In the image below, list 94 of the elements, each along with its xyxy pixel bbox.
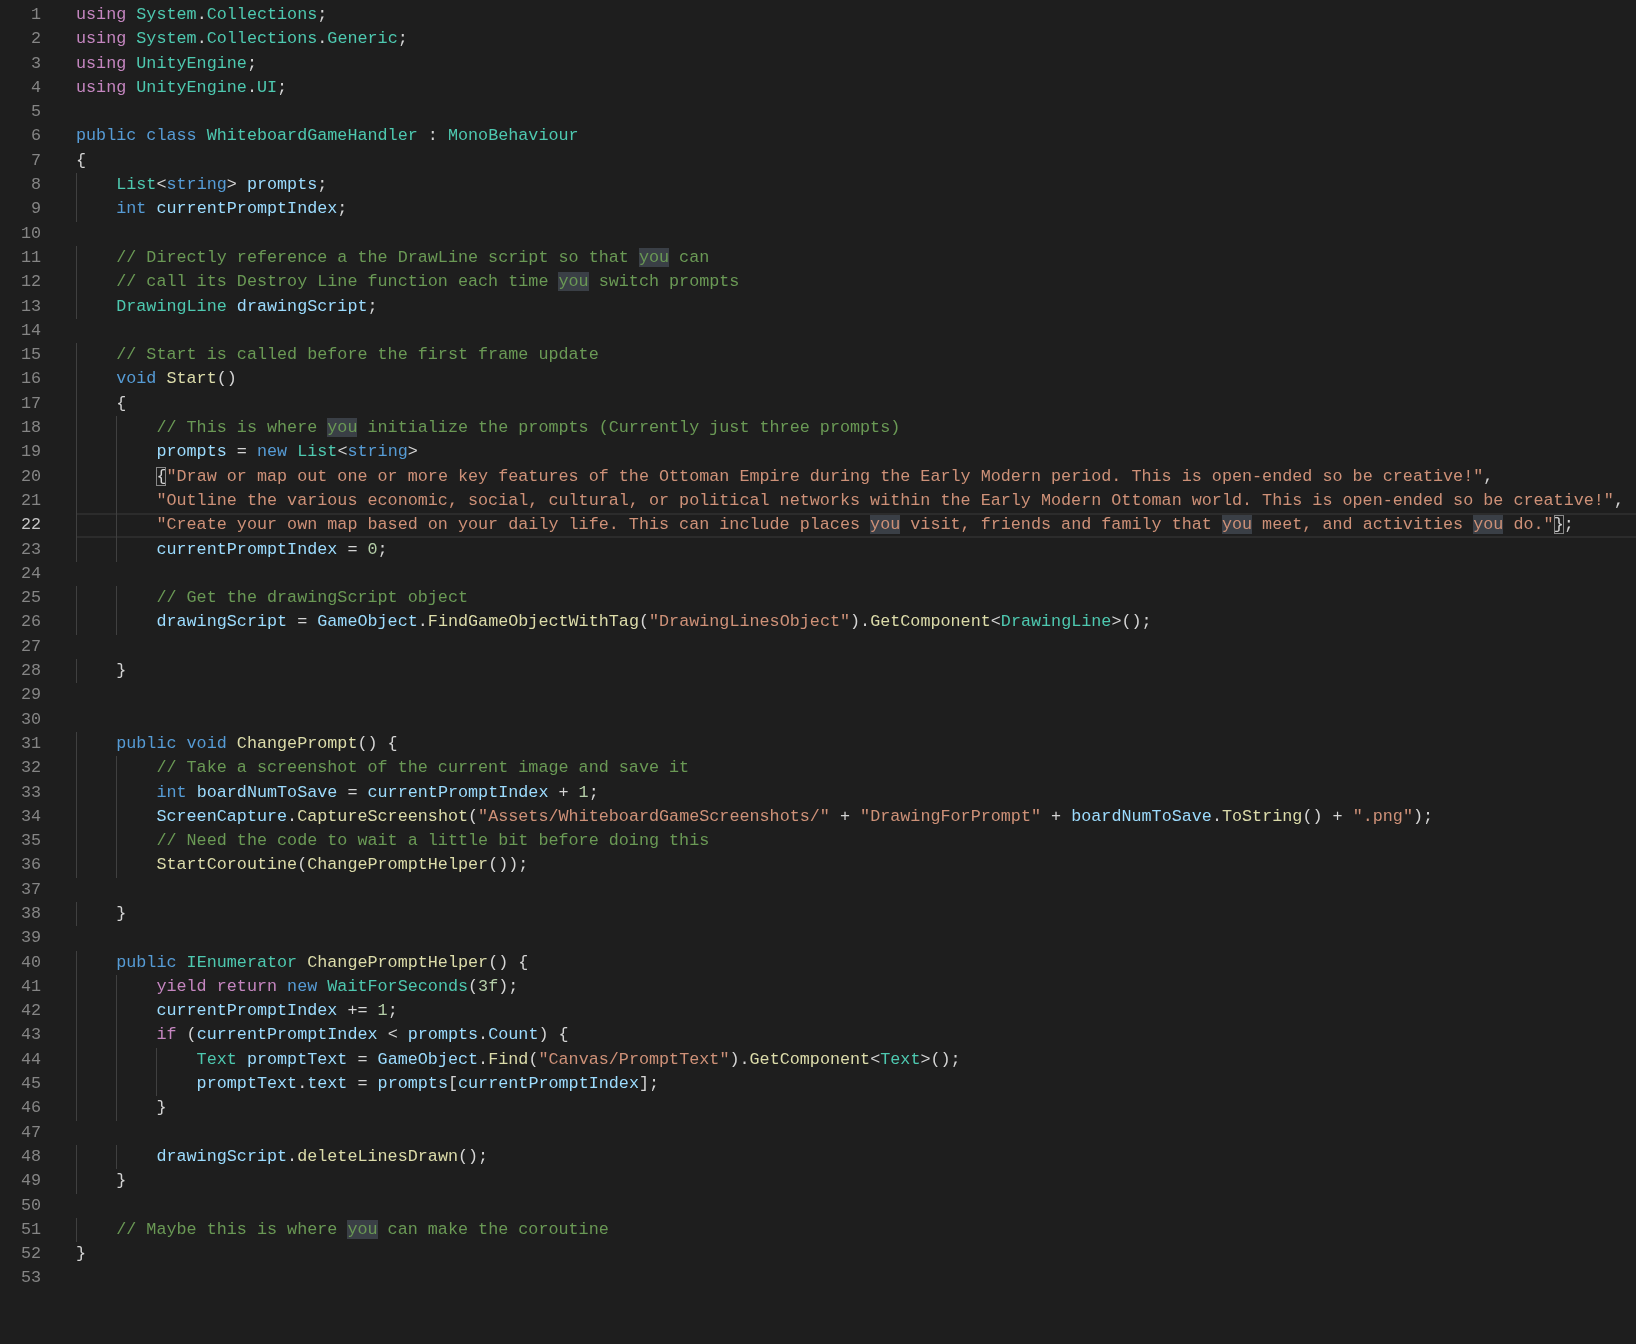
code-line: // Get the drawingScript object	[155, 587, 468, 610]
code-line: using System.Collections.Generic;	[76, 28, 408, 51]
line-number: 26	[19, 611, 41, 634]
line-number: 42	[19, 1000, 41, 1023]
line-number: 22	[19, 514, 41, 537]
code-line: // Start is called before the first frame update	[115, 344, 599, 367]
code-line: // Maybe this is where you can make the coroutine	[115, 1218, 609, 1241]
line-number: 36	[19, 854, 41, 877]
line-number: 29	[19, 684, 41, 707]
code-line: }	[155, 1097, 167, 1120]
line-number: 53	[19, 1267, 41, 1290]
line-number: 27	[19, 635, 41, 658]
line-number: 38	[19, 903, 41, 925]
line-number: 35	[19, 830, 41, 853]
code-line: // Need the code to wait a little bit before doing this	[155, 830, 710, 853]
line-number: 5	[29, 101, 41, 124]
line-number: 40	[19, 951, 41, 974]
line-number: 3	[29, 52, 41, 75]
line-number: 47	[19, 1121, 41, 1144]
line-number: 2	[29, 28, 41, 51]
line-number: 48	[19, 1145, 41, 1168]
line-number: 17	[19, 392, 41, 415]
line-number: 24	[19, 562, 41, 585]
code-line: {	[76, 149, 87, 172]
code-line: yield return new WaitForSeconds(3f);	[155, 975, 519, 998]
code-line: public class WhiteboardGameHandler : MonoBehaviour	[76, 125, 579, 148]
code-line: drawingScript.deleteLinesDrawn();	[155, 1145, 489, 1168]
code-line: ScreenCapture.CaptureScreenshot("Assets/WhiteboardGameScreenshots/" + "DrawingForPrompt" + boardNumToSave.ToString() + ".png");	[155, 805, 1434, 828]
line-number: 9	[29, 198, 41, 221]
code-line: List<string> prompts;	[115, 174, 328, 197]
line-number: 51	[19, 1218, 41, 1241]
line-number: 46	[19, 1097, 41, 1120]
code-line: // Directly reference a the DrawLine script so that you can	[115, 246, 710, 269]
line-number: 49	[19, 1170, 41, 1193]
line-number: 18	[19, 417, 41, 440]
line-number: 50	[19, 1194, 41, 1217]
code-line: public IEnumerator ChangePromptHelper() {	[115, 951, 529, 974]
code-line: }	[115, 660, 127, 682]
code-line: // call its Destroy Line function each time you switch prompts	[115, 271, 740, 294]
line-number: 1	[29, 4, 41, 26]
line-number: 19	[19, 441, 41, 464]
line-number: 14	[19, 319, 41, 342]
line-number: 4	[29, 76, 41, 99]
line-number: 41	[19, 975, 41, 998]
code-line: using UnityEngine;	[76, 52, 257, 75]
code-line: }	[76, 1243, 87, 1266]
code-line: StartCoroutine(ChangePromptHelper());	[155, 854, 529, 877]
line-number: 28	[19, 660, 41, 682]
line-number: 10	[19, 222, 41, 245]
line-number: 30	[19, 708, 41, 731]
line-number: 52	[19, 1243, 41, 1266]
line-number: 43	[19, 1024, 41, 1047]
code-line: // This is where you initialize the prompts (Currently just three prompts)	[155, 417, 901, 440]
line-number: 23	[19, 538, 41, 561]
code-line: currentPromptIndex += 1;	[155, 1000, 398, 1023]
code-line: {"Draw or map out one or more key features of the Ottoman Empire during the Early Modern period. This is open-ended so be creative!",	[155, 465, 1494, 488]
line-number: 11	[19, 246, 41, 269]
line-number: 33	[19, 781, 41, 804]
code-line: if (currentPromptIndex < prompts.Count) {	[155, 1024, 569, 1047]
code-line: promptText.text = prompts[currentPromptIndex];	[195, 1073, 660, 1096]
line-number: 25	[19, 587, 41, 610]
code-line: prompts = new List<string>	[155, 441, 418, 464]
line-number: 8	[29, 174, 41, 197]
code-line: Text promptText = GameObject.Find("Canvas/PromptText").GetComponent<Text>();	[195, 1048, 961, 1071]
code-line: {	[115, 392, 127, 415]
code-line: int boardNumToSave = currentPromptIndex + 1;	[155, 781, 599, 804]
line-number: 13	[19, 295, 41, 318]
code-line: // Take a screenshot of the current image and save it	[155, 757, 690, 780]
line-number: 34	[19, 805, 41, 828]
line-number: 6	[29, 125, 41, 148]
line-number: 39	[19, 927, 41, 950]
line-number: 15	[19, 344, 41, 367]
line-number: 37	[19, 878, 41, 901]
code-line: int currentPromptIndex;	[115, 198, 348, 221]
code-line: drawingScript = GameObject.FindGameObjectWithTag("DrawingLinesObject").GetComponent<DrawingLine>();	[155, 611, 1152, 634]
code-line: }	[115, 1170, 127, 1193]
line-number: 44	[19, 1048, 41, 1071]
line-number: 31	[19, 732, 41, 755]
code-line: "Create your own map based on your daily life. This can include places you visit, friends and family that you meet, and activities you do."};	[155, 514, 1574, 537]
code-line: "Outline the various economic, social, cultural, or political networks within the Early Modern Ottoman world. This is open-ended so be creative!",	[155, 489, 1624, 512]
line-number: 20	[19, 465, 41, 488]
code-line: using UnityEngine.UI;	[76, 76, 288, 99]
line-number: 45	[19, 1073, 41, 1096]
line-number: 21	[19, 489, 41, 512]
line-number: 7	[29, 149, 41, 172]
line-number: 32	[19, 757, 41, 780]
code-line: using System.Collections;	[76, 4, 328, 26]
line-number: 12	[19, 271, 41, 294]
code-line: }	[115, 903, 127, 925]
code-line: currentPromptIndex = 0;	[155, 538, 388, 561]
code-line: DrawingLine drawingScript;	[115, 295, 378, 318]
code-line: void Start()	[115, 368, 237, 391]
code-line: public void ChangePrompt() {	[115, 732, 398, 755]
line-number: 16	[19, 368, 41, 391]
